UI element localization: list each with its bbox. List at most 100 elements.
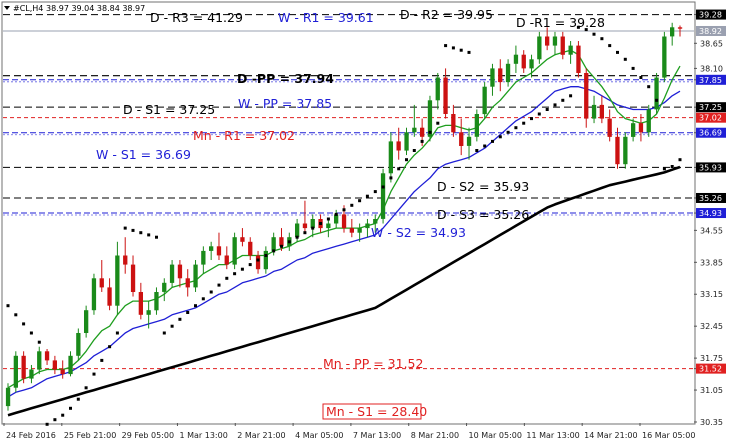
psar-dot-43 bbox=[342, 208, 346, 212]
psar-dot-68 bbox=[537, 112, 541, 116]
y-tick-label-13: 31.75 bbox=[700, 354, 723, 363]
psar-dot-16 bbox=[131, 228, 135, 232]
psar-dot-83 bbox=[655, 98, 659, 102]
chart-window: D - R3 = 41.29 W - R1 = 39.61 D - R2 = 39.… bbox=[0, 0, 730, 444]
psar-dot-1 bbox=[14, 313, 18, 317]
candle-body-69 bbox=[545, 36, 550, 46]
candle-body-7 bbox=[60, 369, 65, 375]
chart-header: #CL,H4 38.97 39.04 38.84 38.97 bbox=[4, 4, 145, 13]
psar-dot-59 bbox=[467, 50, 471, 54]
psar-dot-57 bbox=[451, 46, 455, 50]
psar-dot-26 bbox=[209, 290, 213, 294]
psar-dot-35 bbox=[280, 244, 283, 248]
candle-body-61 bbox=[482, 86, 487, 115]
candle-body-5 bbox=[44, 351, 50, 361]
psar-dot-86 bbox=[678, 158, 682, 162]
candle-body-1 bbox=[13, 355, 18, 388]
psar-dot-32 bbox=[256, 258, 260, 262]
candle-body-16 bbox=[130, 264, 136, 292]
psar-dot-61 bbox=[483, 144, 487, 148]
candle-body-18 bbox=[146, 310, 151, 315]
candle-body-17 bbox=[138, 292, 143, 315]
psar-dot-37 bbox=[295, 235, 299, 239]
candle-body-9 bbox=[76, 333, 81, 356]
candle-body-2 bbox=[21, 355, 26, 379]
candle-body-50 bbox=[396, 141, 401, 151]
candle-body-24 bbox=[193, 264, 198, 288]
psar-dot-17 bbox=[139, 231, 143, 235]
candle-body-70 bbox=[552, 36, 558, 46]
psar-dot-25 bbox=[201, 297, 205, 301]
candle-body-4 bbox=[37, 351, 42, 370]
psar-dot-9 bbox=[76, 397, 80, 401]
candle-body-56 bbox=[443, 77, 448, 114]
psar-dot-0 bbox=[6, 304, 10, 308]
psar-dot-62 bbox=[491, 139, 494, 143]
psar-dot-5 bbox=[45, 422, 49, 426]
level-label-11: W - S2 = 34.93 bbox=[371, 225, 466, 240]
candle-body-74 bbox=[584, 73, 589, 119]
x-tick-label-0: 24 Feb 2016 bbox=[6, 431, 56, 440]
x-tick-label-2: 29 Feb 05:00 bbox=[122, 431, 174, 440]
candle-body-12 bbox=[99, 278, 104, 288]
candle-body-85 bbox=[670, 27, 675, 37]
x-tick-label-5: 4 Mar 05:00 bbox=[295, 431, 343, 440]
level-label-9: D - S2 = 35.93 bbox=[437, 179, 529, 194]
candle-body-6 bbox=[52, 360, 57, 370]
psar-dot-27 bbox=[217, 283, 221, 287]
candle-body-72 bbox=[568, 45, 573, 55]
candle-body-20 bbox=[162, 282, 167, 292]
psar-dot-7 bbox=[61, 413, 65, 417]
psar-dot-11 bbox=[92, 372, 96, 376]
candle-body-3 bbox=[29, 369, 34, 379]
candle-body-10 bbox=[84, 310, 89, 333]
candle-body-86 bbox=[677, 27, 683, 29]
level-label-10: D - S3 = 35.26 bbox=[437, 207, 529, 222]
psar-dot-81 bbox=[639, 76, 643, 79]
psar-dot-42 bbox=[334, 212, 338, 216]
candle-body-45 bbox=[357, 228, 362, 233]
psar-dot-78 bbox=[616, 50, 619, 54]
psar-dot-66 bbox=[522, 121, 526, 125]
level-label-1: W - R1 = 39.61 bbox=[278, 10, 374, 25]
candle-body-71 bbox=[560, 36, 565, 55]
psar-dot-38 bbox=[303, 231, 307, 235]
psar-dot-77 bbox=[608, 44, 612, 48]
candle-body-47 bbox=[373, 219, 378, 224]
psar-dot-34 bbox=[272, 249, 276, 253]
x-tick-label-10: 14 Mar 21:00 bbox=[584, 431, 637, 440]
psar-dot-56 bbox=[444, 44, 448, 48]
psar-dot-49 bbox=[389, 176, 393, 180]
psar-dot-67 bbox=[530, 117, 533, 121]
candle-body-75 bbox=[591, 104, 597, 119]
psar-dot-65 bbox=[514, 126, 518, 130]
candle-body-31 bbox=[248, 241, 253, 256]
chart-ohlc: 38.97 39.04 38.84 38.97 bbox=[46, 4, 145, 13]
candle-body-13 bbox=[107, 287, 112, 306]
y-tick-label-11: 33.15 bbox=[700, 290, 723, 299]
psar-dot-45 bbox=[358, 199, 362, 203]
y-tick-label-15: 31.05 bbox=[700, 386, 723, 395]
candle-body-58 bbox=[459, 132, 464, 146]
psar-dot-29 bbox=[233, 272, 237, 276]
x-tick-label-9: 11 Mar 13:00 bbox=[526, 431, 579, 440]
candle-body-46 bbox=[365, 223, 370, 229]
chart-background bbox=[0, 0, 730, 444]
psar-dot-46 bbox=[365, 194, 369, 198]
price-tag-label-6: 35.93 bbox=[699, 163, 722, 172]
psar-dot-85 bbox=[670, 165, 674, 168]
psar-dot-21 bbox=[170, 324, 174, 328]
psar-dot-14 bbox=[115, 331, 119, 335]
candle-body-63 bbox=[498, 68, 503, 83]
psar-dot-31 bbox=[248, 263, 252, 267]
candle-body-8 bbox=[68, 355, 73, 375]
psar-dot-80 bbox=[631, 66, 635, 70]
candle-body-55 bbox=[435, 77, 440, 101]
price-tag-label-2: 37.85 bbox=[699, 76, 722, 85]
level-label-0: D - R3 = 41.29 bbox=[150, 10, 243, 25]
psar-dot-53 bbox=[420, 139, 424, 143]
level-label-2: D - R2 = 39.95 bbox=[400, 7, 493, 22]
y-tick-label-2: 38.10 bbox=[700, 64, 723, 73]
psar-dot-39 bbox=[311, 226, 315, 230]
candle-body-83 bbox=[654, 77, 659, 110]
